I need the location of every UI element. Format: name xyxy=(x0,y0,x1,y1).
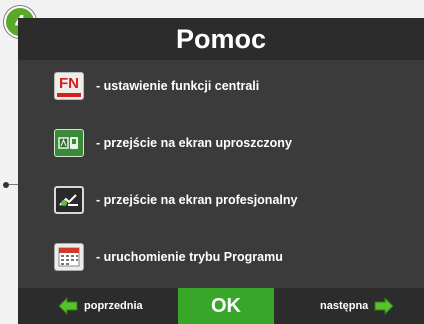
ok-button[interactable]: OK xyxy=(178,288,274,324)
arrow-right-icon xyxy=(374,297,395,315)
fn-icon: FN xyxy=(54,72,84,100)
help-item-simple-screen: - przejście na ekran uproszczony xyxy=(54,129,292,157)
next-label: następna xyxy=(320,300,369,312)
previous-label: poprzednia xyxy=(84,300,143,312)
previous-button[interactable]: poprzednia xyxy=(58,288,143,324)
help-item-label: - uruchomienie trybu Programu xyxy=(96,250,283,264)
next-button[interactable]: następna xyxy=(320,288,395,324)
help-item-label: - przejście na ekran profesjonalny xyxy=(96,193,298,207)
help-item-label: - ustawienie funkcji centrali xyxy=(96,79,260,93)
screen-title: Pomoc xyxy=(18,18,424,60)
professional-screen-icon xyxy=(54,186,84,214)
simple-screen-icon xyxy=(54,129,84,157)
arrow-left-icon xyxy=(58,297,78,315)
calendar-icon xyxy=(54,243,84,271)
help-item-professional-screen: - przejście na ekran profesjonalny xyxy=(54,186,297,214)
callout-dot xyxy=(3,182,9,188)
help-screen: Pomoc FN - ustawienie funkcji centrali -… xyxy=(18,18,424,324)
help-item-label: - przejście na ekran uproszczony xyxy=(96,136,292,150)
fn-icon-text: FN xyxy=(59,75,79,92)
help-item-functions: FN - ustawienie funkcji centrali xyxy=(54,72,259,100)
navigation-bar: poprzednia OK następna xyxy=(18,288,424,324)
help-item-program-mode: - uruchomienie trybu Programu xyxy=(54,243,283,271)
